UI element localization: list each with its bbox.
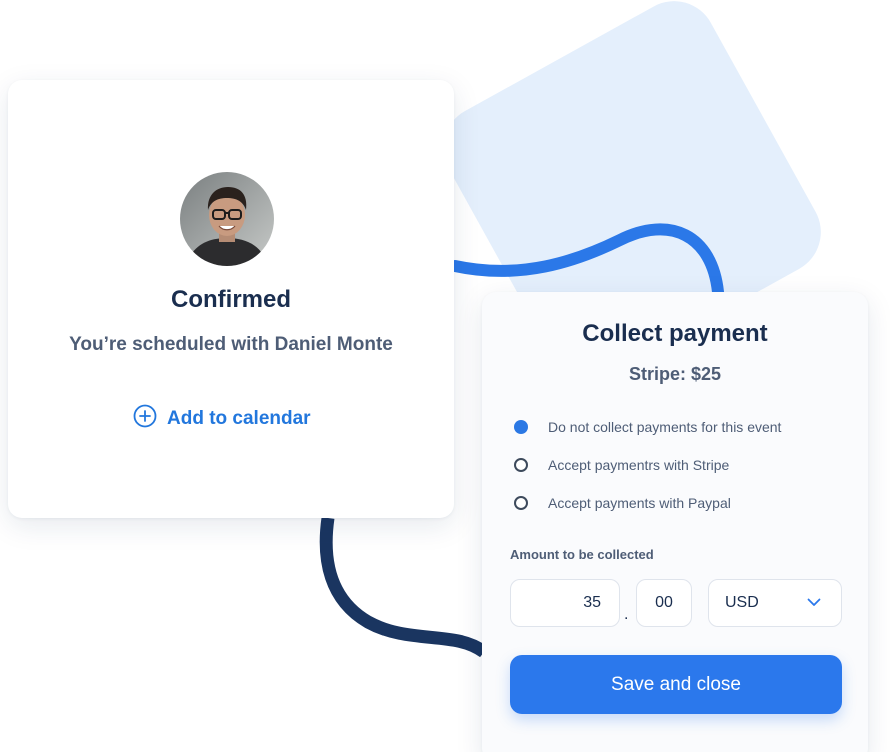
radio-unselected[interactable] [514, 458, 528, 472]
stage: Confirmed You’re scheduled with Daniel M… [0, 0, 890, 752]
radio-selected[interactable] [514, 420, 528, 434]
add-to-calendar-label: Add to calendar [167, 407, 311, 429]
confirmation-subtitle: You’re scheduled with Daniel Monte [69, 334, 393, 355]
amount-separator: . [624, 606, 629, 623]
amount-cents-value: 00 [655, 594, 673, 611]
payment-option-none[interactable]: Do not collect payments for this event [514, 419, 781, 435]
blue-curve [449, 223, 724, 298]
payment-option-label: Do not collect payments for this event [548, 419, 782, 435]
currency-select[interactable]: USD [708, 579, 842, 627]
navy-curve [319, 517, 488, 658]
payment-option-label: Accept paymentrs with Stripe [548, 457, 730, 473]
confirmation-card: Confirmed You’re scheduled with Daniel M… [8, 80, 454, 518]
radio-unselected[interactable] [514, 496, 528, 510]
payment-subtitle: Stripe: $25 [628, 364, 722, 384]
collect-payment-card: Collect payment Stripe: $25 Do not colle… [482, 292, 868, 752]
plus-circle-icon [133, 404, 157, 433]
confirmation-title: Confirmed [171, 286, 291, 313]
amount-whole-input[interactable]: 35 [510, 579, 620, 627]
chevron-down-icon [807, 594, 821, 612]
payment-option-label: Accept payments with Paypal [548, 495, 731, 511]
currency-value: USD [725, 594, 759, 611]
payment-title: Collect payment [582, 320, 768, 347]
save-and-close-button[interactable]: Save and close [510, 655, 842, 714]
amount-label: Amount to be collected [510, 547, 654, 562]
payment-option-paypal[interactable]: Accept payments with Paypal [514, 495, 731, 511]
amount-whole-value: 35 [583, 594, 601, 611]
payment-option-stripe[interactable]: Accept paymentrs with Stripe [514, 457, 729, 473]
add-to-calendar-link[interactable]: Add to calendar [133, 404, 311, 433]
avatar [180, 172, 274, 266]
amount-cents-input[interactable]: 00 [636, 579, 692, 627]
